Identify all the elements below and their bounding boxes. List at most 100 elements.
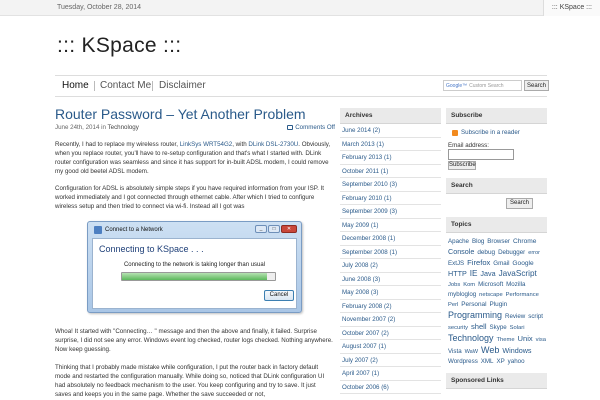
tag-link[interactable]: netscape <box>479 292 503 298</box>
progress-fill <box>122 273 268 280</box>
tag-link[interactable]: security <box>448 325 468 331</box>
dialog-title: Connect to a Network <box>105 227 163 233</box>
main-nav: Home Contact Me Disclaimer Google™ Custo… <box>55 75 550 97</box>
tag-link[interactable]: Windows <box>502 346 531 355</box>
archive-link[interactable]: October 2006 (6) <box>340 381 441 394</box>
network-icon <box>94 226 102 234</box>
post-title[interactable]: Router Password – Yet Another Problem <box>55 106 335 122</box>
subscribe-widget: Subscribe Subscribe in a reader Email ad… <box>446 108 547 170</box>
tag-link[interactable]: Plugin <box>489 301 507 308</box>
tag-link[interactable]: Gmail <box>493 260 509 267</box>
search-input[interactable]: Google™ Custom Search <box>443 80 522 91</box>
tag-link[interactable]: Skype <box>490 324 507 331</box>
tag-link[interactable]: Firefox <box>467 258 490 267</box>
email-field[interactable] <box>448 149 514 160</box>
archive-link[interactable]: May 2009 (1) <box>340 219 441 232</box>
minimize-icon: _ <box>255 225 267 233</box>
search-widget: Search Search <box>446 178 547 209</box>
archive-link[interactable]: May 2008 (3) <box>340 286 441 300</box>
tag-link[interactable]: Perl <box>448 302 458 308</box>
tag-link[interactable]: Performance <box>506 292 539 298</box>
archive-link[interactable]: December 2008 (1) <box>340 232 441 246</box>
archive-link[interactable]: February 2013 (1) <box>340 151 441 165</box>
archive-link[interactable]: September 2008 (1) <box>340 246 441 259</box>
tag-link[interactable]: Java <box>480 269 495 278</box>
custom-search: Google™ Custom Search Search <box>443 79 577 92</box>
tag-link[interactable]: yahoo <box>508 358 525 365</box>
linksys-link[interactable]: LinkSys WRT54G2 <box>180 141 233 148</box>
archive-link[interactable]: June 2008 (3) <box>340 273 441 286</box>
tag-link[interactable]: Console <box>448 247 474 256</box>
tag-link[interactable]: visa <box>536 337 546 343</box>
tag-link[interactable]: Programming <box>448 310 502 320</box>
tag-link[interactable]: Web <box>481 345 499 355</box>
email-label: Email address: <box>448 142 489 149</box>
post-category[interactable]: Technology <box>108 124 139 131</box>
archive-link[interactable]: July 2008 (2) <box>340 259 441 273</box>
tag-link[interactable]: Solari <box>510 325 525 331</box>
archive-link[interactable]: March 2013 (1) <box>340 138 441 151</box>
tag-link[interactable]: Microsoft <box>478 281 503 288</box>
tag-link[interactable]: Chrome <box>513 238 536 245</box>
comments-link[interactable]: Comments Off <box>287 124 335 131</box>
tag-link[interactable]: Personal <box>461 301 486 308</box>
tag-link[interactable]: debug <box>477 249 495 256</box>
site-link[interactable]: ::: KSpace ::: <box>542 0 600 16</box>
search-header: Search <box>446 178 547 194</box>
dialog-heading: Connecting to KSpace . . . <box>99 244 204 254</box>
tag-link[interactable]: Debugger <box>498 249 525 256</box>
subscribe-header: Subscribe <box>446 108 547 124</box>
archive-link[interactable]: June 2014 (2) <box>340 124 441 138</box>
tag-link[interactable]: Wordpress <box>448 358 478 365</box>
tag-link[interactable]: error <box>528 250 540 256</box>
tag-link[interactable]: XML <box>481 358 494 365</box>
post-paragraph: Recently, I had to replace my wireless r… <box>55 140 333 176</box>
tag-link[interactable]: Review <box>505 313 525 320</box>
archive-link[interactable]: September 2010 (3) <box>340 178 441 192</box>
rss-icon <box>452 129 458 136</box>
archive-link[interactable]: April 2007 (1) <box>340 367 441 381</box>
archive-link[interactable]: November 2007 (2) <box>340 313 441 327</box>
text-run: , with <box>232 141 249 148</box>
site-title[interactable]: ::: KSpace ::: <box>57 34 181 58</box>
topics-widget: Topics Apache Blog Browser Chrome Consol… <box>446 217 547 367</box>
tag-link[interactable]: Jobs <box>448 282 460 288</box>
archive-link[interactable]: October 2011 (1) <box>340 165 441 178</box>
connect-dialog-image: Connect to a Network _ □ ✕ Connecting to… <box>87 221 302 313</box>
dlink-link[interactable]: DLink DSL-2730U <box>248 141 298 148</box>
tag-link[interactable]: Technology <box>448 333 494 343</box>
tag-link[interactable]: mybloglog <box>448 291 476 298</box>
tag-link[interactable]: Google <box>512 260 533 267</box>
tag-link[interactable]: IE <box>470 269 478 278</box>
tag-link[interactable]: Blog <box>472 238 484 245</box>
sidebar-search-button[interactable]: Search <box>505 198 533 209</box>
subscribe-reader-link[interactable]: Subscribe in a reader <box>446 128 547 137</box>
tag-link[interactable]: Kom <box>463 282 475 288</box>
tag-link[interactable]: JavaScript <box>499 269 537 278</box>
tag-link[interactable]: shell <box>471 322 487 331</box>
archive-link[interactable]: February 2010 (1) <box>340 192 441 205</box>
tag-link[interactable]: Unix <box>518 334 533 343</box>
tag-link[interactable]: Browser <box>487 238 510 245</box>
tag-link[interactable]: XP <box>496 358 504 365</box>
tag-link[interactable]: ExtJS <box>448 260 464 267</box>
tag-link[interactable]: HTTP <box>448 269 467 278</box>
archive-link[interactable]: September 2009 (3) <box>340 205 441 219</box>
nav-contact-me[interactable]: Contact Me <box>100 80 151 91</box>
subscribe-button[interactable]: Subscribe <box>448 161 476 170</box>
tag-link[interactable]: Theme <box>497 337 515 343</box>
search-button[interactable]: Search <box>524 80 550 91</box>
post-paragraph: Configuration for ADSL is absolutely sim… <box>55 185 324 211</box>
tag-link[interactable]: script <box>528 313 543 320</box>
archive-link[interactable]: February 2008 (2) <box>340 300 441 313</box>
nav-home[interactable]: Home <box>62 80 89 91</box>
archive-link[interactable]: August 2007 (1) <box>340 340 441 354</box>
tag-link[interactable]: Vista <box>448 348 462 355</box>
progress-bar <box>121 272 276 281</box>
tag-link[interactable]: Apache <box>448 238 469 245</box>
tag-link[interactable]: Mozilla <box>506 281 525 288</box>
archive-link[interactable]: October 2007 (2) <box>340 327 441 340</box>
tag-link[interactable]: WaW <box>465 349 478 355</box>
archive-link[interactable]: July 2007 (2) <box>340 354 441 367</box>
nav-disclaimer[interactable]: Disclaimer <box>159 80 206 91</box>
